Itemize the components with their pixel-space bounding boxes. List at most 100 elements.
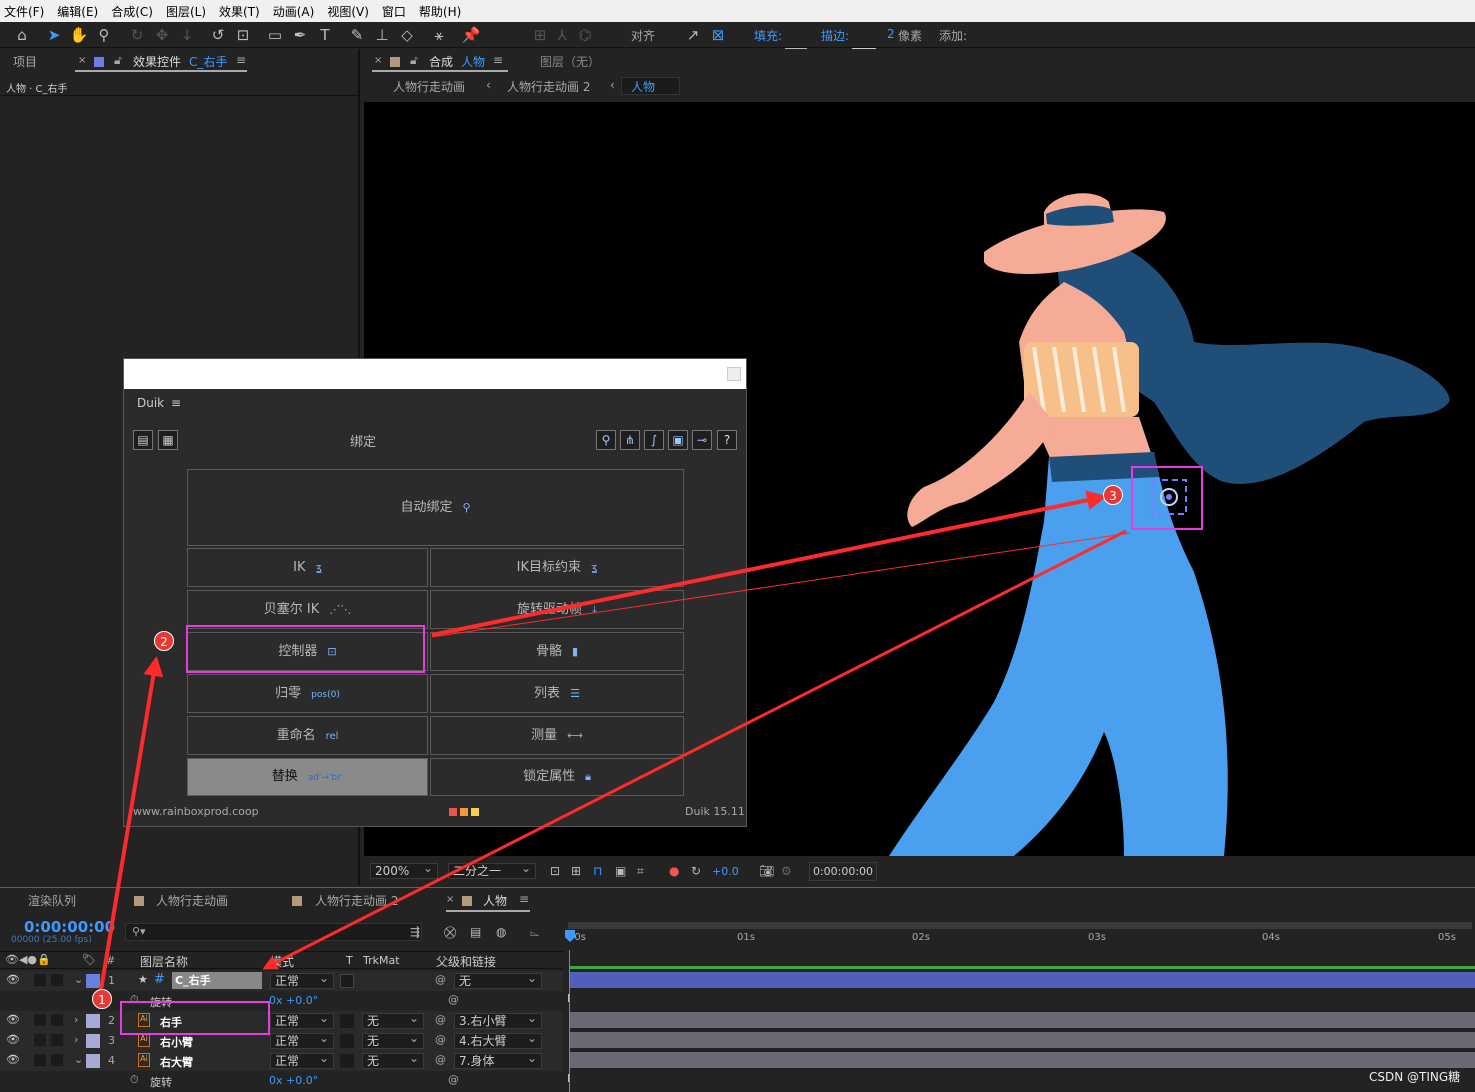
rotation-morph-button[interactable]: 旋转驱动帧 ⤓ xyxy=(430,590,684,629)
anchor-tool-icon[interactable]: ⊡ xyxy=(233,25,253,45)
menu-help[interactable]: 帮助(H) xyxy=(419,3,461,20)
pickwhip-icon[interactable]: @ xyxy=(435,1013,446,1026)
trkmat-box[interactable] xyxy=(340,974,354,988)
layer-bar-4[interactable] xyxy=(570,1052,1475,1068)
lock-box[interactable] xyxy=(51,974,63,986)
solo-box[interactable] xyxy=(34,1034,46,1046)
lock-box[interactable] xyxy=(51,1014,63,1026)
snap-icon[interactable]: ↗ xyxy=(683,25,703,45)
footer-url[interactable]: www.rainboxprod.coop xyxy=(133,805,259,818)
work-area-bar[interactable] xyxy=(568,922,1472,929)
snapshot-icon[interactable]: 📷︎ xyxy=(759,864,774,878)
guides-icon[interactable]: ▣ xyxy=(615,864,626,878)
menu-view[interactable]: 视图(V) xyxy=(327,3,369,20)
replace-button[interactable]: 替换 ad'→'br' xyxy=(187,758,428,796)
hand-tool-icon[interactable]: ✋ xyxy=(69,25,89,45)
selection-tool-icon[interactable]: ➤ xyxy=(44,25,64,45)
lock-box[interactable] xyxy=(51,1054,63,1066)
tab-comp[interactable]: 合成 xyxy=(429,53,453,70)
layer-row-2[interactable]: 👁︎ › 2 Ai 右手 正常 无 @ 3.右小臂 xyxy=(0,1011,563,1031)
rectangle-tool-icon[interactable]: ▭ xyxy=(265,25,285,45)
chevron-down-icon[interactable]: ⌄ xyxy=(74,973,83,986)
layer-label-swatch[interactable] xyxy=(86,1054,100,1068)
col-mode[interactable]: 模式 xyxy=(270,953,294,970)
tab-walk1[interactable]: 人物行走动画 xyxy=(156,892,228,909)
panel-menu-icon[interactable]: ≡ xyxy=(236,53,246,67)
channel-icon[interactable]: ● xyxy=(669,864,679,878)
menu-window[interactable]: 窗口 xyxy=(382,3,406,20)
layer-bar-2[interactable] xyxy=(570,1012,1475,1028)
show-snapshot-icon[interactable]: ⚙ xyxy=(781,864,792,878)
lock-icon[interactable]: 🔓︎ xyxy=(114,53,122,68)
exposure-value[interactable]: +0.0 xyxy=(712,865,739,878)
lock-property-button[interactable]: 锁定属性 🔒︎ xyxy=(430,758,684,796)
eye-icon[interactable]: 👁︎ xyxy=(6,1033,20,1046)
camera-icon[interactable]: ▣ xyxy=(668,430,688,450)
close-icon[interactable]: × xyxy=(78,55,86,66)
trkmat-select[interactable]: 无 xyxy=(362,1011,424,1029)
rotation-value[interactable]: 0x +0.0° xyxy=(269,994,318,1007)
view-axis-icon[interactable]: ⌬ xyxy=(575,25,595,45)
layer-row-3[interactable]: 👁︎ › 3 Ai 右小臂 正常 无 @ 4.右大臂 xyxy=(0,1031,563,1051)
pickwhip-icon[interactable]: @ xyxy=(435,1053,446,1066)
ik-goal-button[interactable]: IK目标约束 ʓ xyxy=(430,548,684,587)
trkmat-select[interactable]: 无 xyxy=(362,1031,424,1049)
layer-name[interactable]: 右大臂 xyxy=(160,1054,193,1070)
expression-icon[interactable]: @ xyxy=(448,993,459,1006)
stroke-label[interactable]: 描边: xyxy=(821,27,849,44)
list-button[interactable]: 列表 ☰ xyxy=(430,674,684,713)
stroke-width[interactable]: 2 xyxy=(887,27,895,41)
lock-box[interactable] xyxy=(51,1034,63,1046)
rotation-value[interactable]: 0x +0.0° xyxy=(269,1074,318,1087)
lock-icon[interactable]: 🔓︎ xyxy=(410,53,418,68)
fill-label[interactable]: 填充: xyxy=(754,27,782,44)
clone-stamp-icon[interactable]: ⊥ xyxy=(372,25,392,45)
parent-select[interactable]: 3.右小臂 xyxy=(454,1011,542,1029)
t-box[interactable] xyxy=(340,1014,354,1028)
graph-editor-icon[interactable]: ⌳ xyxy=(530,925,539,940)
menu-edit[interactable]: 编辑(E) xyxy=(57,3,98,20)
chevron-down-icon[interactable]: ⌄ xyxy=(74,1053,83,1066)
parent-select[interactable]: 4.右大臂 xyxy=(454,1031,542,1049)
grid-icon[interactable]: ⌗ xyxy=(637,864,644,879)
region-of-interest-icon[interactable]: ⊡ xyxy=(550,864,560,878)
world-axis-icon[interactable]: ⅄ xyxy=(552,25,572,45)
resolution-select[interactable]: 二分之一 xyxy=(448,861,536,879)
transparency-grid-icon[interactable]: ⊞ xyxy=(571,864,581,878)
reset-exposure-icon[interactable]: ↻ xyxy=(691,864,701,878)
chevron-right-icon[interactable]: › xyxy=(74,1013,78,1026)
comp-flowchart-icon[interactable]: ⇶ xyxy=(410,925,420,939)
tab-effects[interactable]: 效果控件 xyxy=(133,53,181,70)
help-icon[interactable]: ? xyxy=(717,430,737,450)
frame-blending-icon[interactable]: ▤ xyxy=(470,925,481,939)
tab-person[interactable]: 人物 xyxy=(483,892,507,909)
zoom-tool-icon[interactable]: ⚲ xyxy=(94,25,114,45)
current-timecode[interactable]: 0:00:00:00 xyxy=(24,918,115,936)
chevron-right-icon[interactable]: › xyxy=(74,1033,78,1046)
menu-layer[interactable]: 图层(L) xyxy=(166,3,206,20)
layer-label-swatch[interactable] xyxy=(86,1014,100,1028)
layer-bar-3[interactable] xyxy=(570,1032,1475,1048)
t-box[interactable] xyxy=(340,1034,354,1048)
menu-composition[interactable]: 合成(C) xyxy=(111,3,153,20)
mode-select[interactable]: 正常 xyxy=(270,1031,334,1049)
col-layer-name[interactable]: 图层名称 xyxy=(140,953,188,970)
local-axis-icon[interactable]: ⊞ xyxy=(530,25,550,45)
roto-brush-icon[interactable]: ⚹ xyxy=(429,25,449,45)
orbit-camera-icon[interactable]: ↻ xyxy=(127,25,147,45)
add-label[interactable]: 添加: xyxy=(939,27,967,44)
time-ruler[interactable]: 00s 01s 02s 03s 04s 05s xyxy=(565,920,1475,950)
duik-menu-label[interactable]: Duik xyxy=(137,396,164,410)
layer-row-4[interactable]: 👁︎ ⌄ 4 Ai 右大臂 正常 无 @ 7.身体 xyxy=(0,1051,563,1071)
col-parent[interactable]: 父级和链接 xyxy=(436,953,496,970)
brush-tool-icon[interactable]: ✎ xyxy=(347,25,367,45)
zero-button[interactable]: 归零 pos(0) xyxy=(187,674,428,713)
solo-box[interactable] xyxy=(34,1014,46,1026)
stopwatch-icon[interactable]: ⏱︎ xyxy=(130,1073,139,1087)
eraser-tool-icon[interactable]: ◇ xyxy=(397,25,417,45)
tab-walk2[interactable]: 人物行走动画 2 xyxy=(315,892,398,909)
bezier-ik-button[interactable]: 贝塞尔 IK ⋰⋱ xyxy=(187,590,428,629)
rigging-icon[interactable]: ⚲ xyxy=(596,430,616,450)
mode-select[interactable]: 正常 xyxy=(270,1011,334,1029)
layer-row-1[interactable]: 👁︎ ⌄ 1 ★ # C_右手 正常 @ 无 xyxy=(0,971,563,991)
